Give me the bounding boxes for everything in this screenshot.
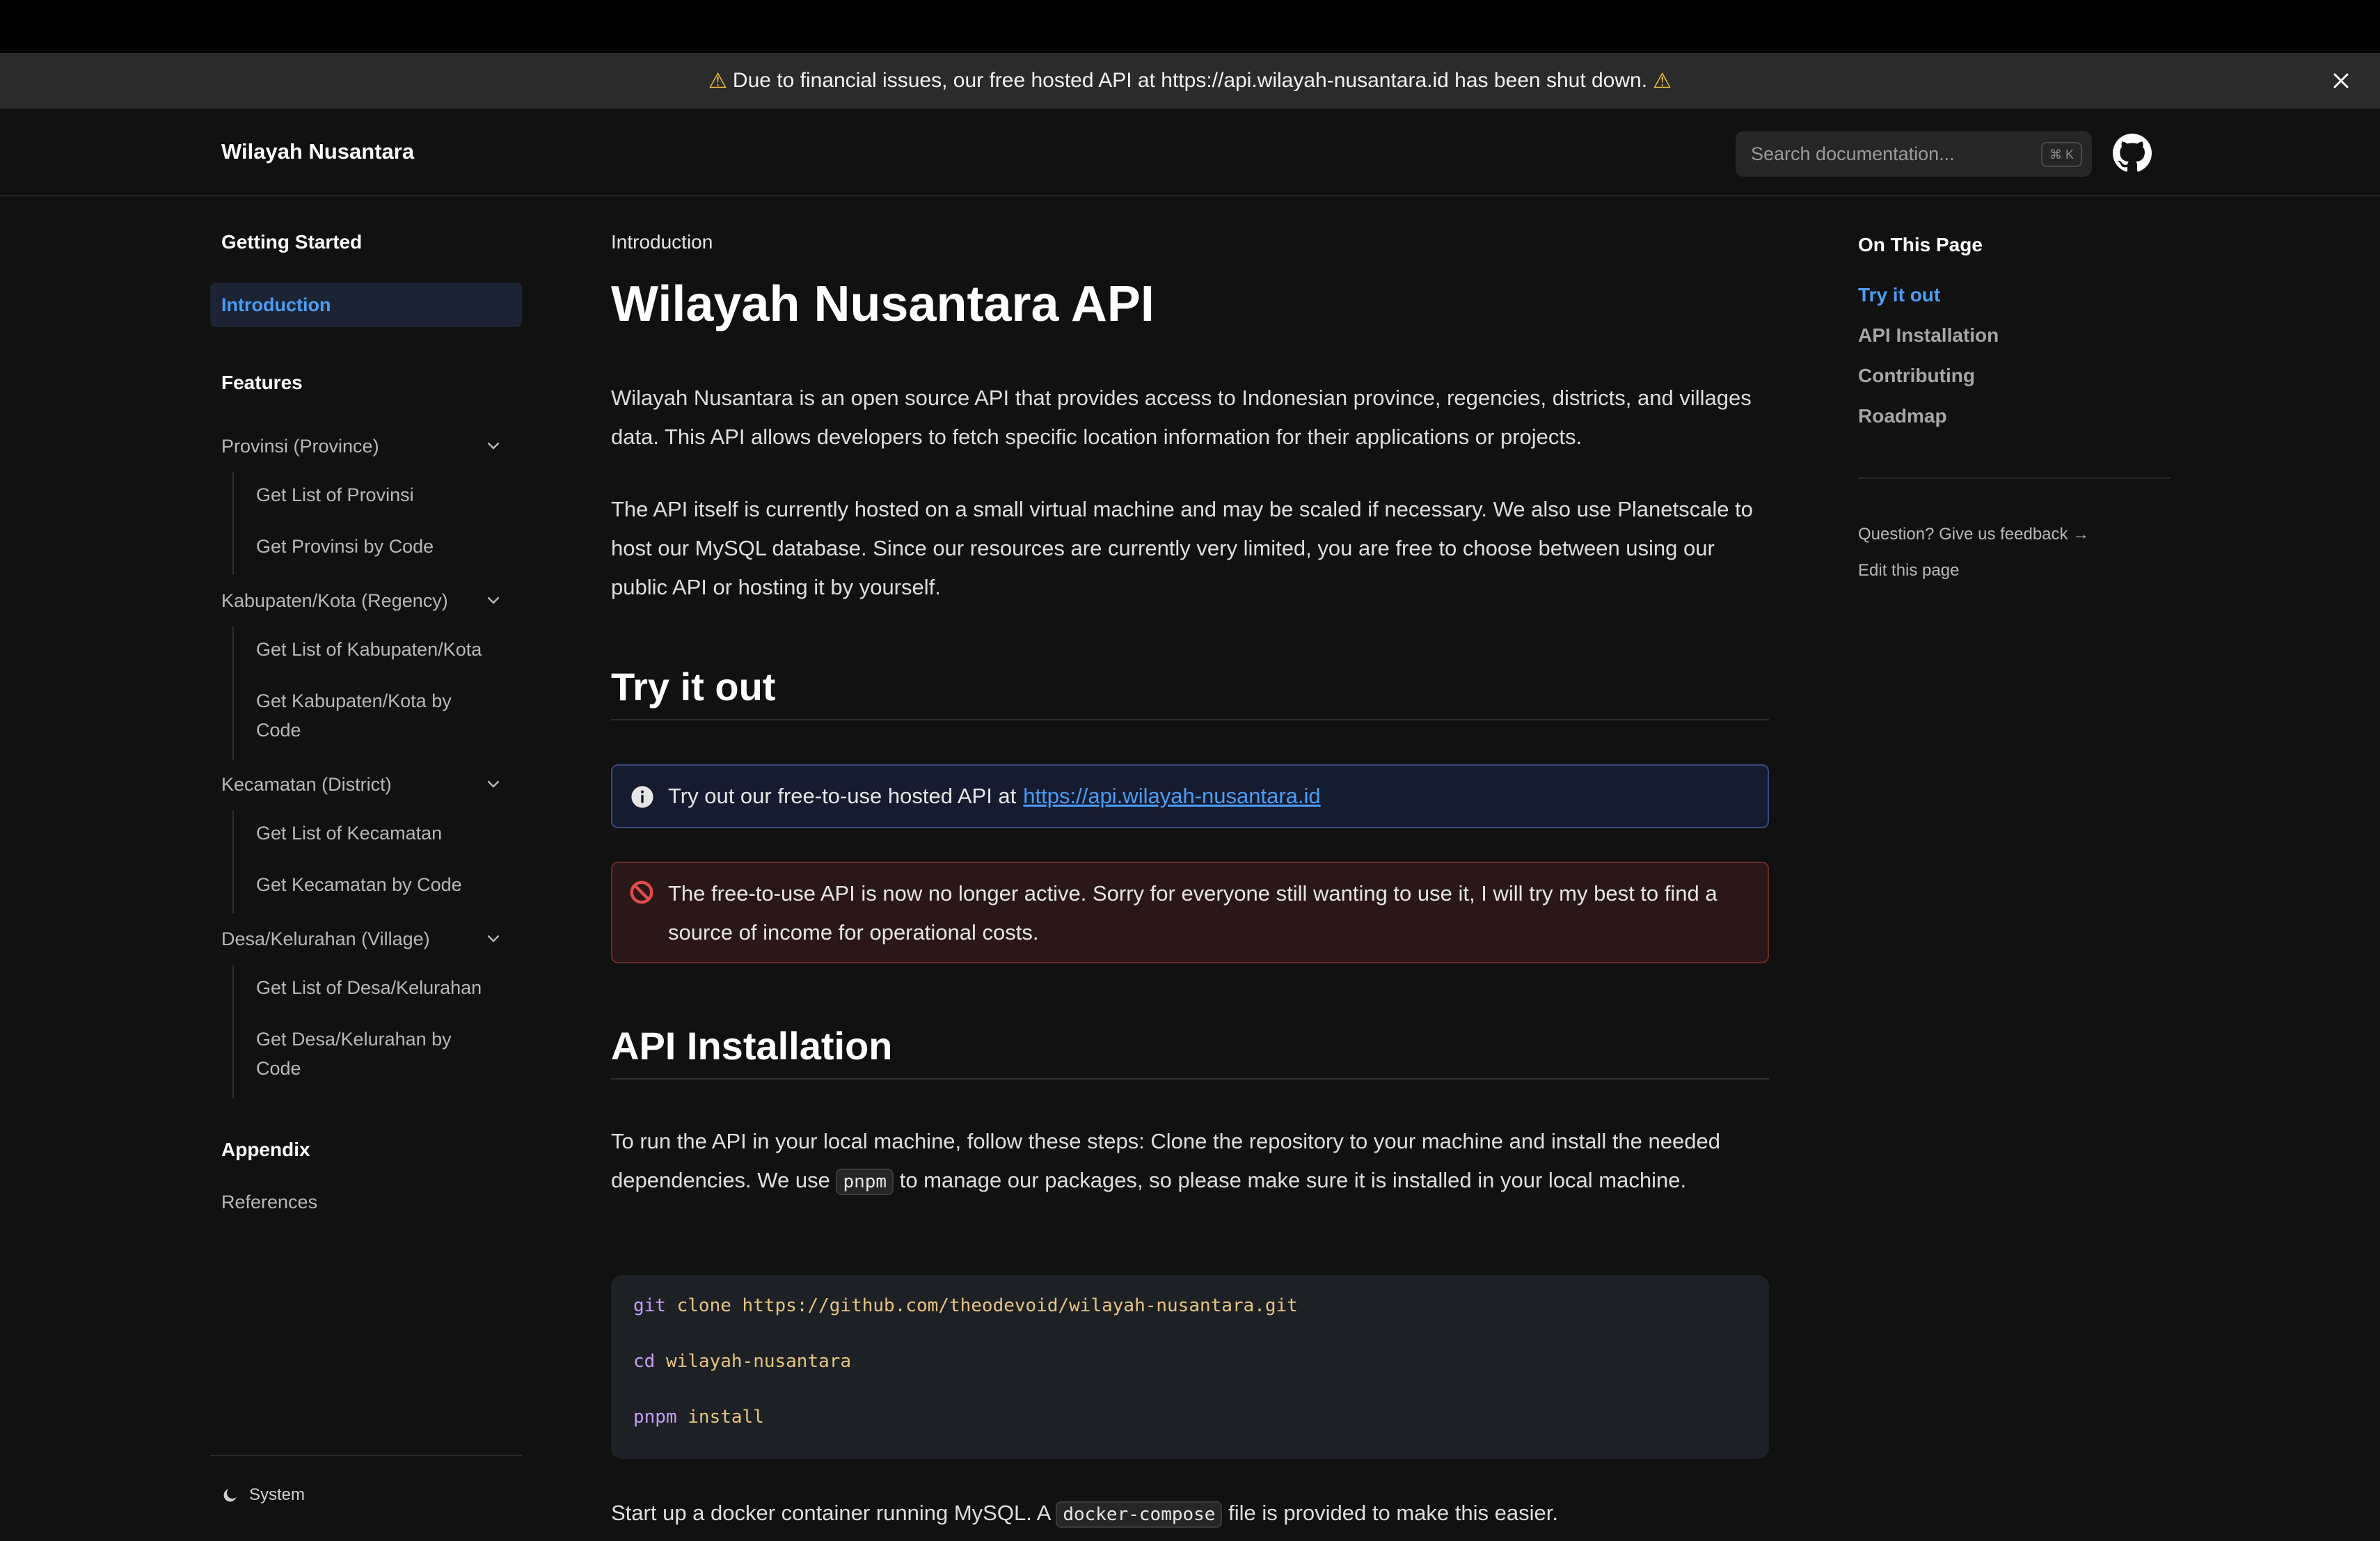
sidebar-subgroup-kabupaten: Get List of Kabupaten/Kota Get Kabupaten… bbox=[232, 626, 511, 760]
search-shortcut-badge: ⌘ K bbox=[2040, 142, 2082, 167]
error-callout: The free-to-use API is now no longer act… bbox=[611, 862, 1769, 963]
docker-text-a: Start up a docker container running MySQ… bbox=[611, 1501, 1050, 1525]
sidebar-subgroup-kecamatan: Get List of Kecamatan Get Kecamatan by C… bbox=[232, 810, 511, 913]
sidebar-item-desa[interactable]: Desa/Kelurahan (Village) bbox=[221, 924, 514, 954]
inline-code-pnpm: pnpm bbox=[836, 1169, 894, 1195]
moon-icon bbox=[223, 1489, 237, 1502]
heading-api-installation: API Installation bbox=[611, 1023, 1769, 1080]
sidebar-item-label: Desa/Kelurahan (Village) bbox=[221, 928, 430, 949]
code-args: wilayah-nusantara bbox=[665, 1351, 852, 1372]
sidebar-group-getting-started: Getting Started bbox=[221, 231, 363, 253]
warning-icon: ⚠ bbox=[708, 69, 727, 93]
code-line: cd wilayah-nusantara bbox=[633, 1349, 1747, 1405]
inline-code-docker-compose: docker-compose bbox=[1056, 1501, 1223, 1528]
warning-icon: ⚠ bbox=[1653, 69, 1672, 93]
code-command: pnpm bbox=[633, 1407, 677, 1428]
sidebar-item-desa-code[interactable]: Get Desa/Kelurahan by Code bbox=[256, 1025, 486, 1083]
toc-item-contributing[interactable]: Contributing bbox=[1858, 365, 1975, 387]
sidebar-item-label: Kabupaten/Kota (Regency) bbox=[221, 590, 448, 611]
code-command: cd bbox=[633, 1351, 656, 1372]
sidebar-item-references[interactable]: References bbox=[221, 1187, 514, 1217]
error-callout-text: The free-to-use API is now no longer act… bbox=[668, 881, 1717, 945]
chevron-down-icon bbox=[487, 596, 500, 604]
install-text-b: to manage our packages, so please make s… bbox=[899, 1168, 1687, 1192]
hosted-api-link[interactable]: https://api.wilayah-nusantara.id bbox=[1023, 784, 1320, 809]
docker-paragraph: Start up a docker container running MySQ… bbox=[611, 1494, 1769, 1534]
info-callout-text: Try out our free-to-use hosted API at bbox=[668, 784, 1017, 808]
sidebar-item-kabupaten[interactable]: Kabupaten/Kota (Regency) bbox=[221, 586, 514, 615]
info-callout: Try out our free-to-use hosted API at ht… bbox=[611, 764, 1769, 828]
code-args: install bbox=[688, 1407, 764, 1428]
sidebar-subgroup-desa: Get List of Desa/Kelurahan Get Desa/Kelu… bbox=[232, 965, 511, 1098]
prohibited-icon bbox=[630, 880, 653, 904]
theme-label: System bbox=[249, 1485, 306, 1504]
sidebar-item-provinsi[interactable]: Provinsi (Province) bbox=[221, 432, 514, 461]
github-icon[interactable] bbox=[2113, 134, 2152, 173]
sidebar-item-kecamatan-list[interactable]: Get List of Kecamatan bbox=[256, 819, 511, 848]
toc-item-try-it-out[interactable]: Try it out bbox=[1858, 284, 1940, 306]
theme-switcher[interactable]: System bbox=[221, 1485, 305, 1505]
heading-try-it-out: Try it out bbox=[611, 664, 1769, 720]
intro-paragraph: Wilayah Nusantara is an open source API … bbox=[611, 386, 1752, 449]
sidebar-item-provinsi-code[interactable]: Get Provinsi by Code bbox=[256, 532, 511, 561]
banner-text: Due to financial issues, our free hosted… bbox=[732, 69, 1648, 92]
shutdown-banner: ⚠ Due to financial issues, our free host… bbox=[0, 53, 2380, 109]
window-top-bar bbox=[0, 0, 2380, 53]
sidebar-item-provinsi-list[interactable]: Get List of Provinsi bbox=[256, 480, 511, 509]
toc-item-api-installation[interactable]: API Installation bbox=[1858, 324, 1999, 347]
sidebar-divider bbox=[210, 1455, 522, 1456]
docker-text-b: file is provided to make this easier. bbox=[1228, 1501, 1558, 1525]
sidebar-item-desa-list[interactable]: Get List of Desa/Kelurahan bbox=[256, 973, 511, 1002]
search-input[interactable]: Search documentation... ⌘ K bbox=[1736, 131, 2092, 177]
sidebar-group-features: Features bbox=[221, 372, 303, 393]
feedback-link[interactable]: Question? Give us feedback → bbox=[1858, 525, 2089, 544]
code-block[interactable]: git clone https://github.com/theodevoid/… bbox=[611, 1275, 1769, 1459]
sidebar-item-kecamatan-code[interactable]: Get Kecamatan by Code bbox=[256, 870, 511, 899]
site-brand[interactable]: Wilayah Nusantara bbox=[221, 139, 414, 164]
sidebar-item-label: Provinsi (Province) bbox=[221, 436, 379, 457]
top-navbar: Wilayah Nusantara Search documentation..… bbox=[0, 109, 2380, 196]
main-content: Introduction Wilayah Nusantara API Wilay… bbox=[611, 196, 1769, 1541]
search-placeholder: Search documentation... bbox=[1751, 143, 1955, 164]
close-icon bbox=[2333, 73, 2349, 88]
edit-page-link[interactable]: Edit this page bbox=[1858, 561, 1959, 580]
sidebar-item-label: Kecamatan (District) bbox=[221, 774, 392, 795]
toc-divider bbox=[1858, 477, 2170, 479]
breadcrumb: Introduction bbox=[611, 231, 713, 253]
page-title: Wilayah Nusantara API bbox=[611, 276, 1155, 332]
chevron-down-icon bbox=[487, 442, 500, 450]
code-command: git bbox=[633, 1295, 666, 1316]
sidebar-item-kabupaten-list[interactable]: Get List of Kabupaten/Kota bbox=[256, 635, 511, 664]
code-line: git clone https://github.com/theodevoid/… bbox=[633, 1293, 1747, 1349]
close-banner-button[interactable] bbox=[2326, 65, 2356, 96]
sidebar-item-introduction[interactable]: Introduction bbox=[210, 283, 522, 327]
docs-sidebar: Getting Started Introduction Features Pr… bbox=[210, 196, 522, 1541]
sidebar-subgroup-provinsi: Get List of Provinsi Get Provinsi by Cod… bbox=[232, 472, 511, 575]
hosting-paragraph: The API itself is currently hosted on a … bbox=[611, 497, 1753, 599]
sidebar-item-kabupaten-code[interactable]: Get Kabupaten/Kota by Code bbox=[256, 686, 486, 745]
install-paragraph: To run the API in your local machine, fo… bbox=[611, 1122, 1769, 1201]
info-icon bbox=[631, 786, 653, 808]
toc-title: On This Page bbox=[1858, 234, 1983, 255]
sidebar-group-appendix: Appendix bbox=[221, 1139, 310, 1160]
chevron-down-icon bbox=[487, 935, 500, 942]
toc-item-roadmap[interactable]: Roadmap bbox=[1858, 405, 1947, 427]
code-line: pnpm install bbox=[633, 1405, 1747, 1460]
chevron-down-icon bbox=[487, 780, 500, 788]
sidebar-item-kecamatan[interactable]: Kecamatan (District) bbox=[221, 770, 514, 799]
code-args: clone https://github.com/theodevoid/wila… bbox=[676, 1295, 1298, 1316]
